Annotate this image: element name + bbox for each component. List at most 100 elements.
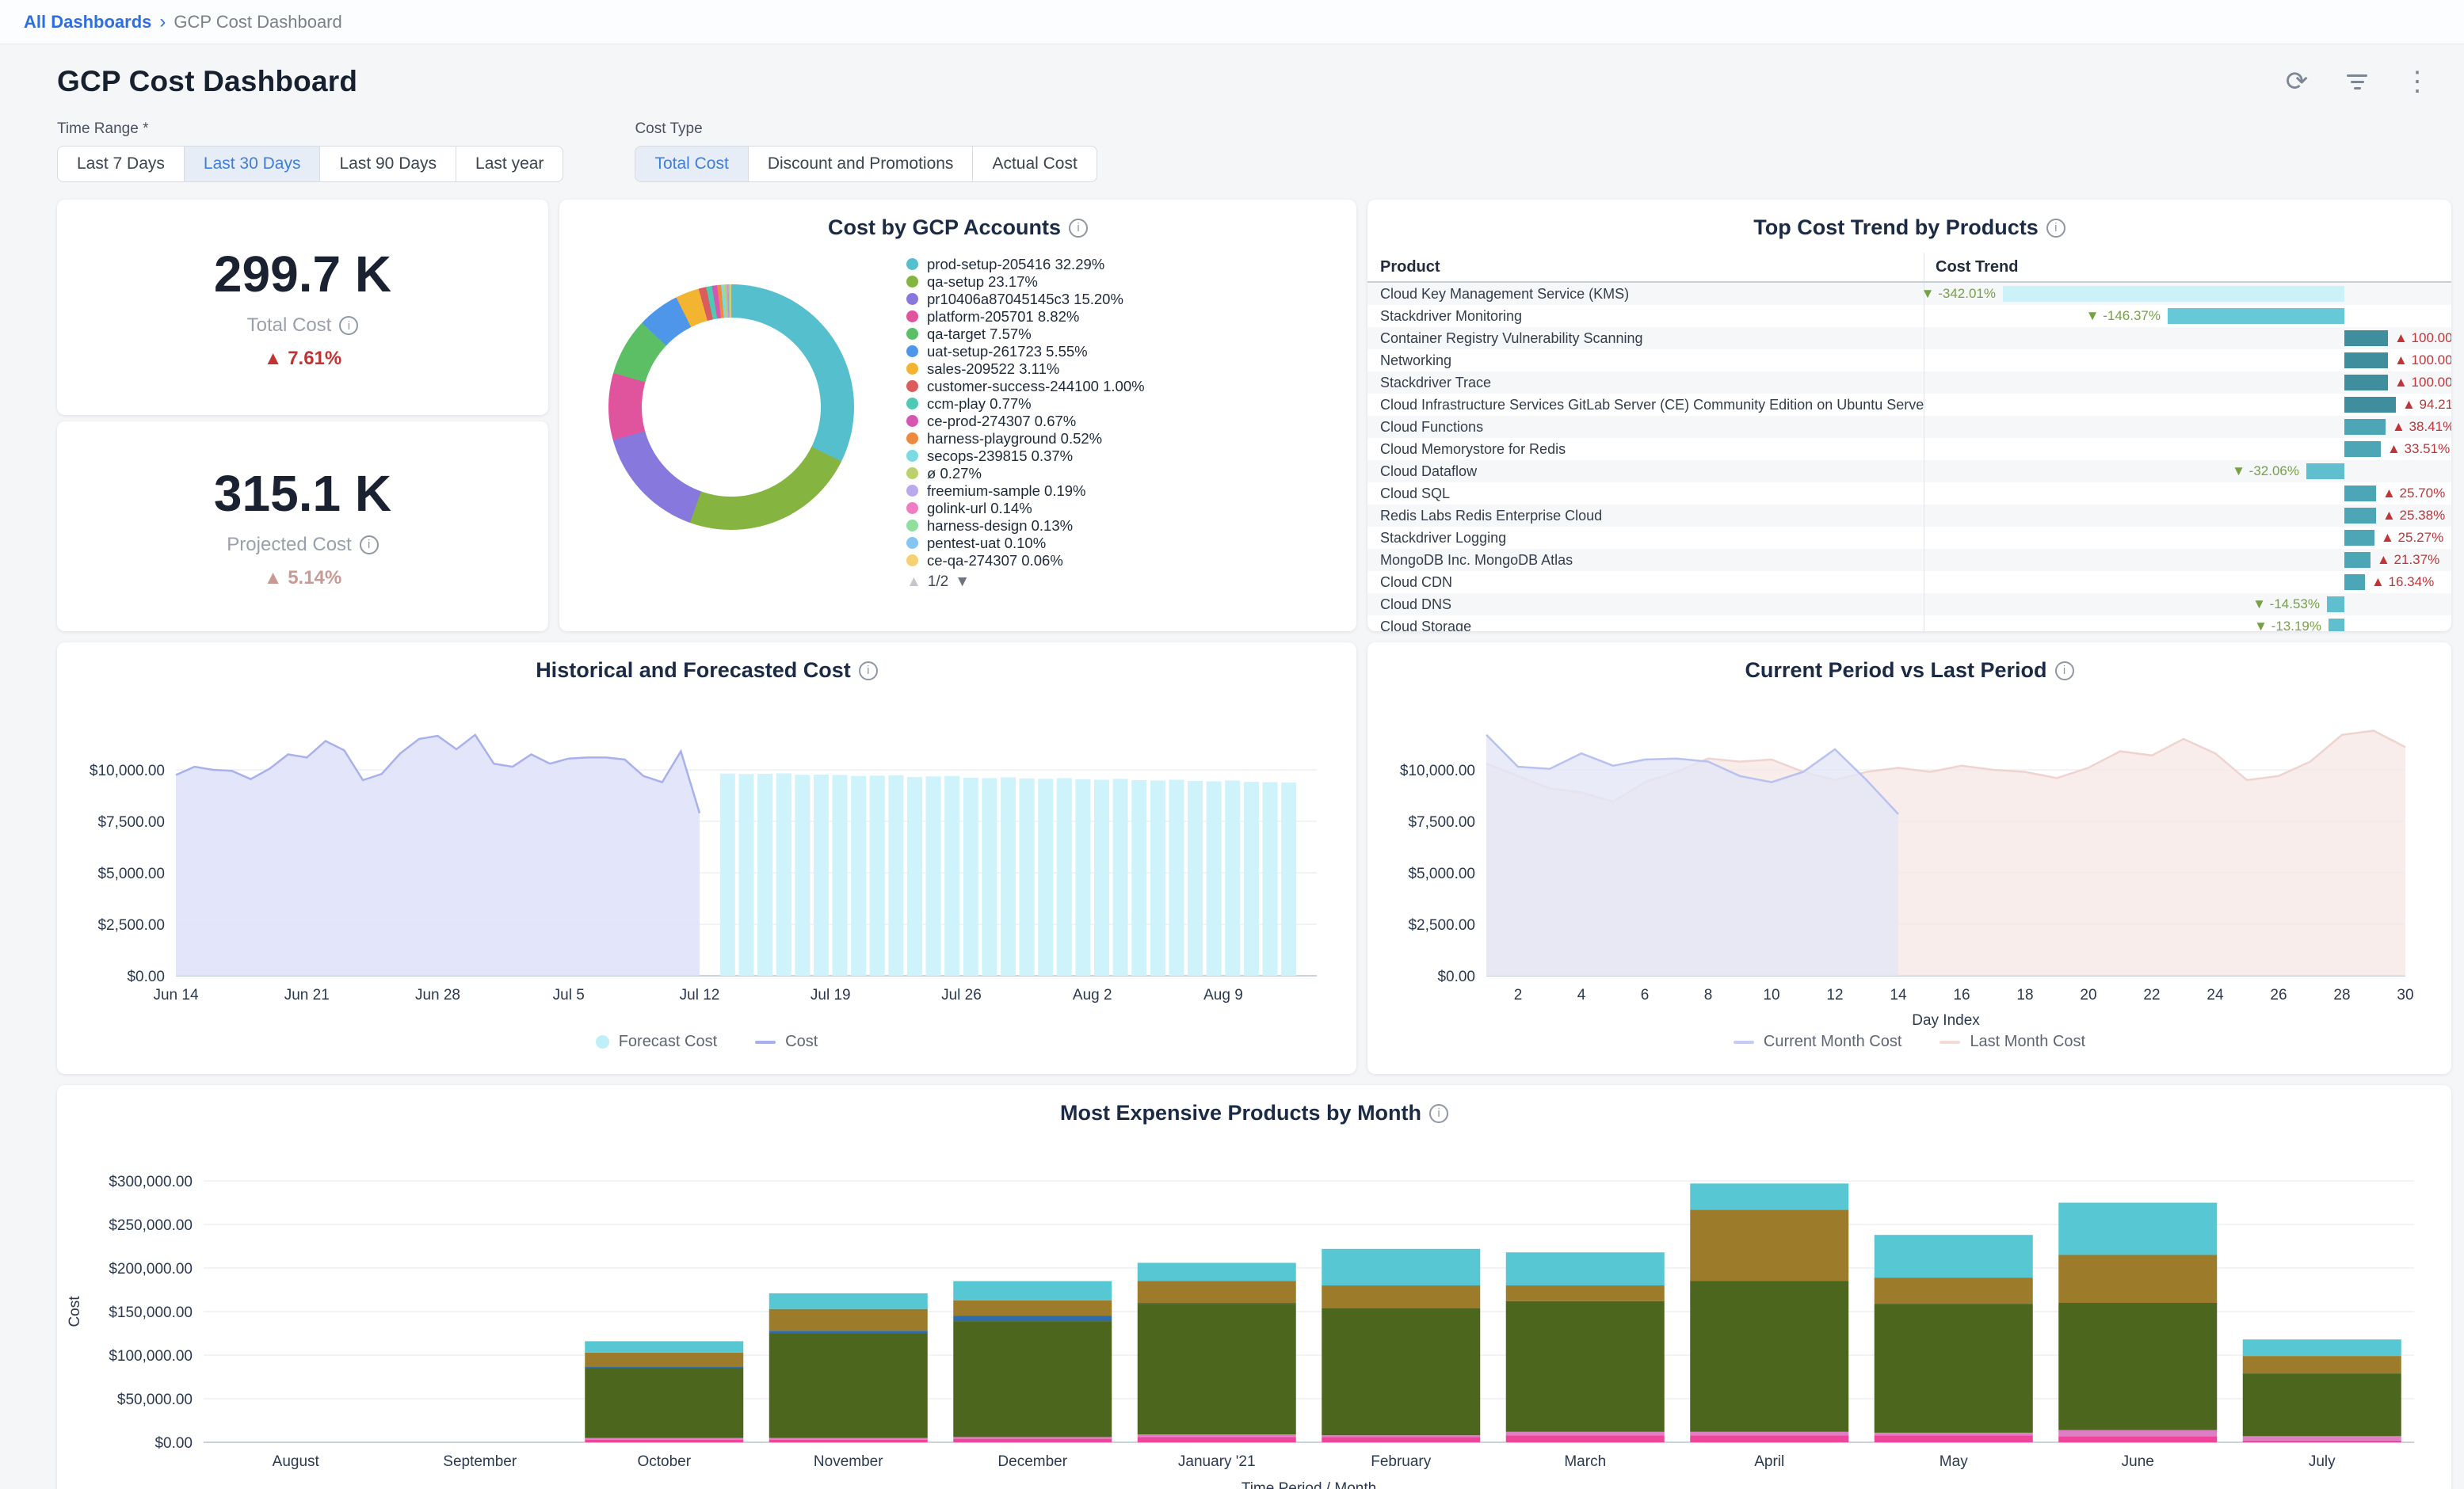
- donut-legend-item[interactable]: secops-239815 0.37%: [906, 447, 1279, 464]
- historical-forecast-chart: $0.00$2,500.00$5,000.00$7,500.00$10,000.…: [57, 683, 1328, 1031]
- projected-cost-card: 315.1 K Projected Cost i ▲ 5.14%: [57, 421, 548, 631]
- svg-text:$100,000.00: $100,000.00: [109, 1348, 193, 1365]
- info-icon[interactable]: i: [859, 661, 878, 680]
- period-chart-title: Current Period vs Last Period: [1745, 658, 2046, 683]
- legend-cost[interactable]: Cost: [755, 1033, 818, 1051]
- table-row[interactable]: Cloud Dataflow▼ -32.06%: [1367, 460, 2451, 482]
- refresh-icon[interactable]: ⟳: [2279, 63, 2315, 100]
- donut-legend-item[interactable]: prod-setup-205416 32.29%: [906, 256, 1279, 272]
- trend-value: ▲ 16.34%: [2371, 571, 2434, 593]
- donut-legend-item[interactable]: pentest-uat 0.10%: [906, 535, 1279, 551]
- product-cell: Cloud Storage: [1367, 615, 1924, 631]
- table-row[interactable]: Cloud Infrastructure Services GitLab Ser…: [1367, 394, 2451, 416]
- table-row[interactable]: MongoDB Inc. MongoDB Atlas▲ 21.37%: [1367, 549, 2451, 571]
- table-row[interactable]: Container Registry Vulnerability Scannin…: [1367, 327, 2451, 349]
- legend-label: customer-success-244100 1.00%: [927, 378, 1145, 394]
- trend-value: ▲ 25.70%: [2382, 482, 2445, 505]
- legend-pagination: ▲1/2▼: [906, 573, 1279, 591]
- table-row[interactable]: Cloud Storage▼ -13.19%: [1367, 615, 2451, 631]
- gcp-accounts-donut-chart[interactable]: [608, 284, 854, 530]
- trend-value: ▲ 94.21%: [2402, 394, 2451, 416]
- donut-legend-item[interactable]: freemium-sample 0.19%: [906, 482, 1279, 499]
- table-row[interactable]: Stackdriver Logging▲ 25.27%: [1367, 527, 2451, 549]
- legend-last-month[interactable]: Last Month Cost: [1940, 1033, 2085, 1051]
- donut-legend-item[interactable]: sales-209522 3.11%: [906, 360, 1279, 377]
- cost-trend-cell: ▲ 25.27%: [1924, 527, 2451, 549]
- page-up-icon[interactable]: ▲: [906, 573, 921, 591]
- donut-legend-item[interactable]: harness-design 0.13%: [906, 517, 1279, 534]
- table-row[interactable]: Networking▲ 100.00%: [1367, 349, 2451, 371]
- donut-legend-item[interactable]: qa-setup 23.17%: [906, 273, 1279, 290]
- cost-trend-cell: ▲ 100.00%: [1924, 371, 2451, 394]
- cost-type-total-cost[interactable]: Total Cost: [635, 146, 748, 182]
- donut-legend-item[interactable]: customer-success-244100 1.00%: [906, 378, 1279, 394]
- table-row[interactable]: Cloud Key Management Service (KMS)▼ -342…: [1367, 283, 2451, 305]
- trend-value: ▲ 100.00%: [2394, 371, 2451, 394]
- breadcrumb: All Dashboards › GCP Cost Dashboard: [0, 0, 2464, 44]
- svg-text:$0.00: $0.00: [154, 1435, 193, 1452]
- svg-text:April: April: [1754, 1453, 1784, 1470]
- column-header-product[interactable]: Product: [1367, 258, 1924, 276]
- table-row[interactable]: Cloud Functions▲ 38.41%: [1367, 416, 2451, 438]
- donut-legend-item[interactable]: ccm-play 0.77%: [906, 395, 1279, 412]
- trend-value: ▲ 25.27%: [2381, 527, 2443, 549]
- svg-text:Jul 19: Jul 19: [811, 987, 851, 1003]
- info-icon[interactable]: i: [360, 535, 379, 554]
- svg-text:18: 18: [2016, 987, 2033, 1003]
- legend-label: freemium-sample 0.19%: [927, 482, 1086, 499]
- donut-legend-item[interactable]: ø 0.27%: [906, 465, 1279, 482]
- info-icon[interactable]: i: [2055, 661, 2074, 680]
- kebab-menu-icon[interactable]: ⋮: [2399, 63, 2435, 100]
- donut-legend-item[interactable]: platform-205701 8.82%: [906, 308, 1279, 325]
- cost-trend-cell: ▲ 100.00%: [1924, 349, 2451, 371]
- cost-type-discount[interactable]: Discount and Promotions: [749, 146, 974, 182]
- svg-text:20: 20: [2080, 987, 2096, 1003]
- table-row[interactable]: Stackdriver Monitoring▼ -146.37%: [1367, 305, 2451, 327]
- info-icon[interactable]: i: [1429, 1104, 1448, 1123]
- donut-legend-item[interactable]: pr10406a87045145c3 15.20%: [906, 291, 1279, 307]
- info-icon[interactable]: i: [1069, 219, 1088, 238]
- page-down-icon[interactable]: ▼: [955, 573, 970, 591]
- info-icon[interactable]: i: [2046, 219, 2065, 238]
- last-month-line-icon: [1940, 1041, 1960, 1044]
- trend-bar: [2003, 286, 2344, 302]
- legend-current-month[interactable]: Current Month Cost: [1734, 1033, 1902, 1051]
- table-row[interactable]: Stackdriver Trace▲ 100.00%: [1367, 371, 2451, 394]
- time-range-last-7-days[interactable]: Last 7 Days: [57, 146, 185, 182]
- svg-text:Aug 9: Aug 9: [1203, 987, 1243, 1003]
- forecast-dot-icon: [596, 1035, 609, 1049]
- legend-dot-icon: [906, 554, 918, 566]
- trend-bar: [2344, 419, 2386, 435]
- donut-legend-item[interactable]: uat-setup-261723 5.55%: [906, 343, 1279, 360]
- info-icon[interactable]: i: [339, 316, 358, 335]
- breadcrumb-root-link[interactable]: All Dashboards: [24, 12, 151, 32]
- cost-type-actual-cost[interactable]: Actual Cost: [973, 146, 1097, 182]
- donut-legend-item[interactable]: ce-prod-274307 0.67%: [906, 413, 1279, 429]
- donut-legend-item[interactable]: ce-qa-274307 0.06%: [906, 552, 1279, 569]
- time-range-last-30-days[interactable]: Last 30 Days: [185, 146, 321, 182]
- product-cell: Redis Labs Redis Enterprise Cloud: [1367, 505, 1924, 527]
- table-row[interactable]: Redis Labs Redis Enterprise Cloud▲ 25.38…: [1367, 505, 2451, 527]
- time-range-last-year[interactable]: Last year: [456, 146, 563, 182]
- projected-cost-delta: ▲ 5.14%: [264, 567, 342, 589]
- table-row[interactable]: Cloud Memorystore for Redis▲ 33.51%: [1367, 438, 2451, 460]
- table-row[interactable]: Cloud DNS▼ -14.53%: [1367, 593, 2451, 615]
- legend-label: pentest-uat 0.10%: [927, 535, 1046, 551]
- column-header-cost-trend[interactable]: Cost Trend: [1924, 253, 2451, 281]
- legend-dot-icon: [906, 398, 918, 409]
- projected-cost-label: Projected Cost: [227, 534, 351, 556]
- table-row[interactable]: Cloud CDN▲ 16.34%: [1367, 571, 2451, 593]
- time-range-last-90-days[interactable]: Last 90 Days: [320, 146, 456, 182]
- legend-label: pr10406a87045145c3 15.20%: [927, 291, 1123, 307]
- donut-legend-item[interactable]: harness-playground 0.52%: [906, 430, 1279, 447]
- svg-text:July: July: [2309, 1453, 2336, 1470]
- trend-bar: [2344, 397, 2396, 413]
- donut-legend-item[interactable]: golink-url 0.14%: [906, 500, 1279, 516]
- legend-label: uat-setup-261723 5.55%: [927, 343, 1088, 360]
- legend-forecast-cost[interactable]: Forecast Cost: [596, 1033, 717, 1051]
- donut-legend-item[interactable]: qa-target 7.57%: [906, 326, 1279, 342]
- filter-icon[interactable]: [2339, 63, 2375, 100]
- product-cell: MongoDB Inc. MongoDB Atlas: [1367, 549, 1924, 571]
- product-cell: Cloud Dataflow: [1367, 460, 1924, 482]
- table-row[interactable]: Cloud SQL▲ 25.70%: [1367, 482, 2451, 505]
